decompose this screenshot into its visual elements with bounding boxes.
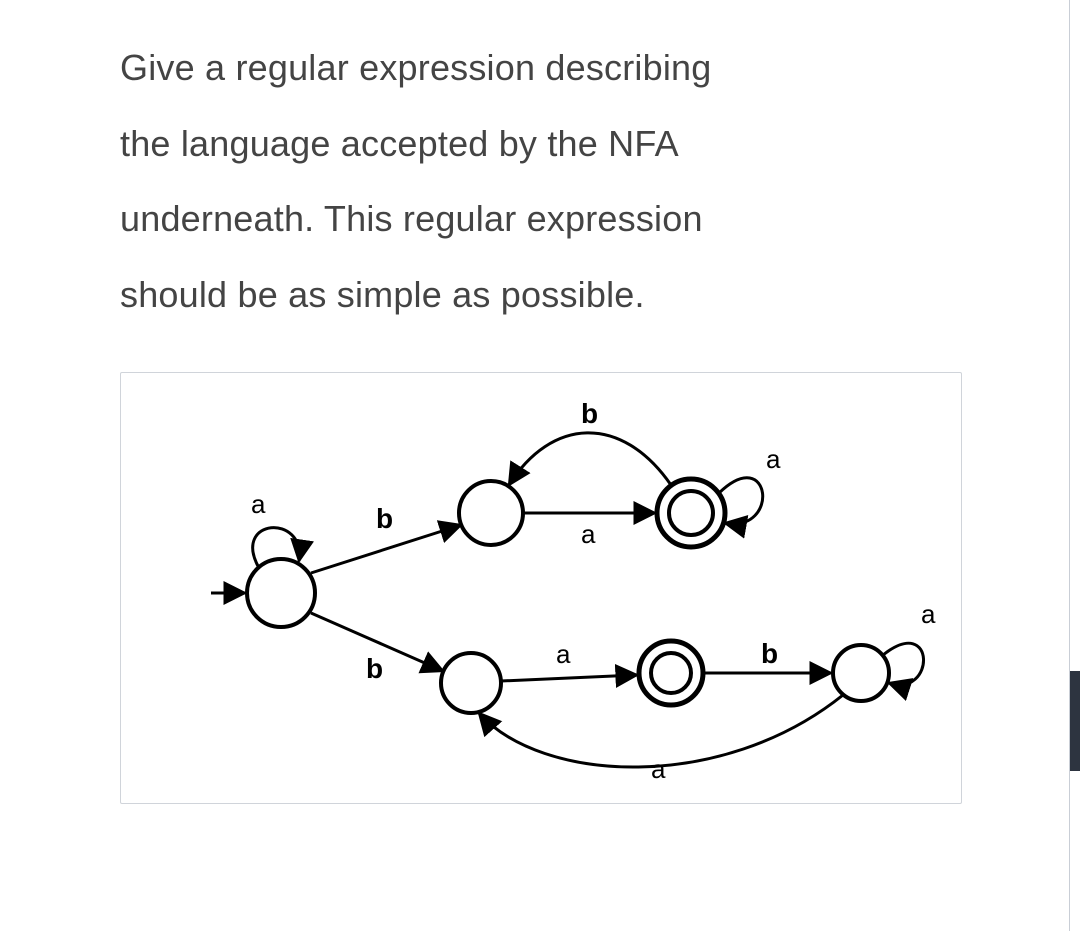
nfa-diagram: a a a b b a b a b [120,372,962,804]
label-q5-q3: a [651,754,666,784]
label-q2-self: a [766,444,781,474]
label-q0-self: a [251,489,266,519]
question-line-2: the language accepted by the NFA [120,106,1000,182]
state-q0 [247,559,315,627]
label-q2-q1: b [581,398,598,429]
state-q1 [459,481,523,545]
question-line-1: Give a regular expression describing [120,30,1000,106]
page: Give a regular expression describing the… [0,0,1080,931]
page-right-border [1069,0,1080,931]
label-q0-q3: b [366,653,383,684]
edge-q2-q1 [509,433,671,485]
label-q3-q4: a [556,639,571,669]
state-q4-inner [651,653,691,693]
scrollbar-thumb[interactable] [1070,671,1080,771]
state-q2-inner [669,491,713,535]
label-q4-q5: b [761,638,778,669]
label-q1-q2: a [581,519,596,549]
question-line-3: underneath. This regular expression [120,181,1000,257]
question-text: Give a regular expression describing the… [120,30,1000,332]
label-q0-q1: b [376,503,393,534]
label-q5-self: a [921,599,936,629]
question-line-4: should be as simple as possible. [120,257,1000,333]
edge-q3-q4 [501,675,637,681]
state-q3 [441,653,501,713]
state-q5 [833,645,889,701]
nfa-svg: a a a b b a b a b [121,373,961,803]
